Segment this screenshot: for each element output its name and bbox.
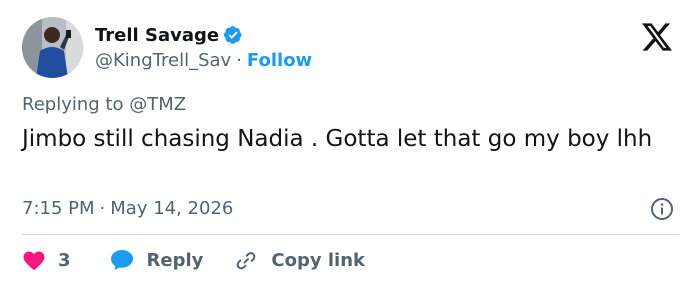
x-logo-icon[interactable] xyxy=(640,22,674,52)
copy-link-button[interactable]: Copy link xyxy=(233,248,365,272)
heart-icon xyxy=(22,249,46,271)
info-icon[interactable] xyxy=(650,197,674,221)
handle-separator: · xyxy=(236,49,242,71)
copy-link-label: Copy link xyxy=(271,249,365,271)
author-name-row: Trell Savage xyxy=(95,24,243,46)
reply-button[interactable]: Reply xyxy=(109,248,204,272)
like-button[interactable]: 3 xyxy=(22,249,71,271)
tweet-timestamp[interactable]: 7:15 PM · May 14, 2026 xyxy=(22,198,233,219)
reply-label: Reply xyxy=(146,249,204,271)
like-count: 3 xyxy=(58,249,71,271)
follow-button[interactable]: Follow xyxy=(247,50,312,71)
author-handle-row: @KingTrell_Sav · Follow xyxy=(95,49,312,71)
tweet-text: Jimbo still chasing Nadia . Gotta let th… xyxy=(22,126,653,152)
action-bar: 3 Reply Copy link xyxy=(22,246,365,274)
verified-badge-icon xyxy=(223,25,243,45)
link-icon xyxy=(233,248,259,272)
reply-bubble-icon xyxy=(109,248,135,272)
tweet-date: May 14, 2026 xyxy=(110,198,234,219)
avatar[interactable] xyxy=(22,17,83,78)
timestamp-separator: · xyxy=(99,198,106,219)
reply-context[interactable]: Replying to @TMZ xyxy=(22,94,186,115)
tweet-time: 7:15 PM xyxy=(22,198,95,219)
author-handle[interactable]: @KingTrell_Sav xyxy=(95,50,231,71)
author-display-name[interactable]: Trell Savage xyxy=(95,25,219,46)
tweet-card: Trell Savage @KingTrell_Sav · Follow Rep… xyxy=(0,0,700,287)
avatar-image xyxy=(22,17,83,78)
divider xyxy=(22,234,679,235)
